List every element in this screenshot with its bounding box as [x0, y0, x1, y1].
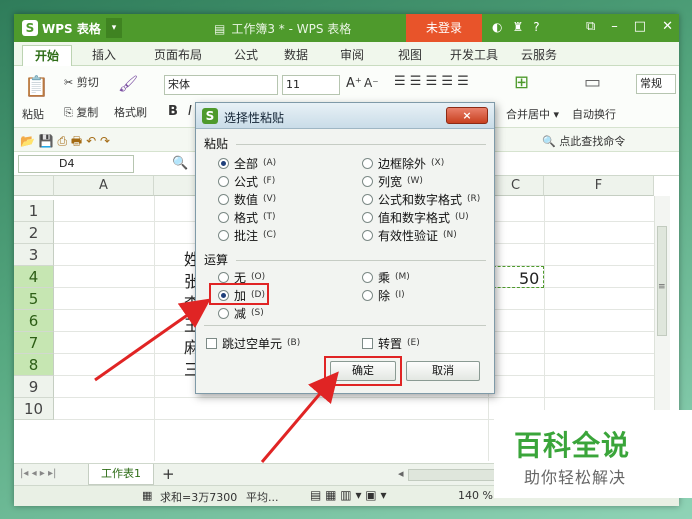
arrow-to-ok: [260, 371, 339, 463]
watermark-subtitle: 助你轻松解决: [524, 468, 627, 487]
watermark-logo: 百科全说 助你轻松解决: [494, 410, 692, 498]
arrow-to-add: [94, 298, 211, 382]
watermark-title: 百科全说: [514, 429, 631, 462]
